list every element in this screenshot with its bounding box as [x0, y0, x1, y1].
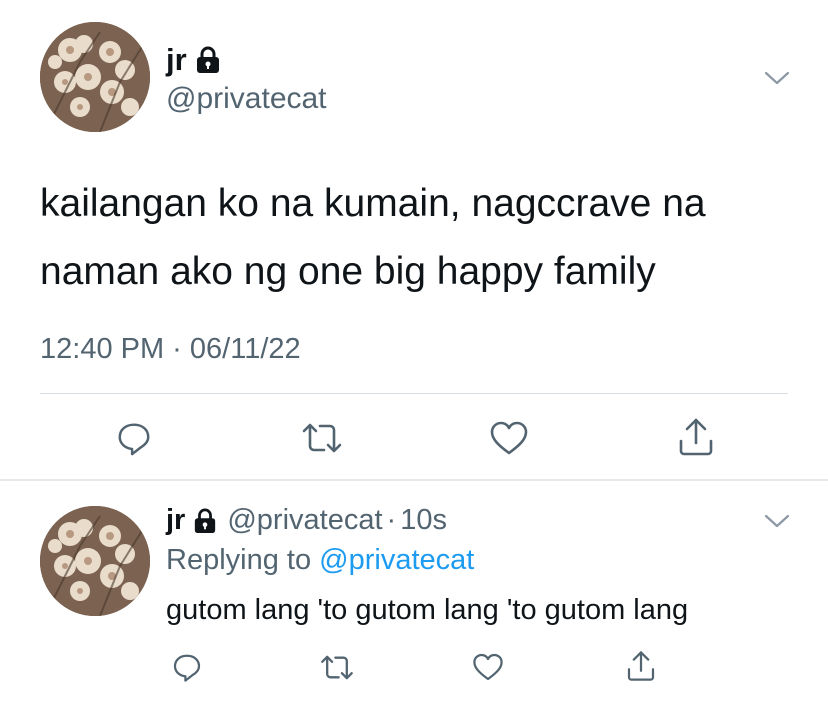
avatar-image: [40, 22, 150, 132]
retweet-icon: [302, 423, 342, 453]
time-ago[interactable]: 10s: [400, 504, 447, 537]
tweet-text: kailangan ko na kumain, nagccrave na nam…: [40, 182, 706, 293]
share-button[interactable]: [624, 648, 658, 684]
like-button[interactable]: [470, 650, 506, 684]
retweet-button[interactable]: [300, 418, 344, 458]
timestamp[interactable]: 12:40 PM · 06/11/22: [40, 333, 301, 366]
display-name[interactable]: jr: [166, 42, 221, 78]
share-icon: [627, 651, 655, 681]
like-button[interactable]: [488, 418, 530, 458]
reply-button[interactable]: [114, 418, 154, 458]
replying-to: Replying to @privatecat: [166, 544, 474, 577]
reply-text: gutom lang 'to gutom lang 'to gutom lang: [166, 594, 689, 626]
share-button[interactable]: [676, 416, 716, 458]
reply-icon: [173, 654, 201, 682]
reply-header: jr @privatecat · 10s: [166, 504, 447, 537]
chevron-down-icon[interactable]: [764, 70, 790, 86]
retweet-icon: [321, 655, 353, 679]
reply-button[interactable]: [170, 650, 204, 684]
heart-icon: [490, 421, 528, 455]
divider: [40, 393, 788, 394]
avatar[interactable]: [40, 22, 150, 132]
handle[interactable]: @privatecat: [227, 504, 382, 537]
display-name[interactable]: jr: [166, 504, 185, 537]
chevron-down-icon[interactable]: [764, 513, 790, 529]
replying-prefix: Replying to: [166, 544, 320, 576]
separator: ·: [386, 504, 397, 536]
share-icon: [679, 418, 713, 456]
display-name-text: jr: [166, 42, 187, 77]
lock-icon: [193, 508, 217, 534]
avatar-image: [40, 506, 150, 616]
lock-icon: [195, 46, 221, 74]
reply-icon: [118, 423, 150, 456]
avatar[interactable]: [40, 506, 150, 616]
divider: [0, 479, 828, 481]
retweet-button[interactable]: [318, 650, 356, 684]
heart-icon: [473, 653, 503, 681]
replying-to-link[interactable]: @privatecat: [319, 544, 474, 576]
handle[interactable]: @privatecat: [166, 82, 327, 116]
